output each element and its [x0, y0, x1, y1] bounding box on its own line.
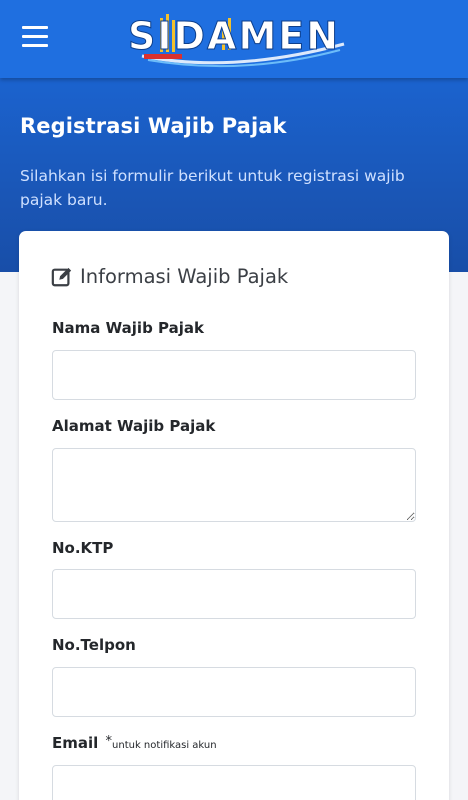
- telpon-label: No.Telpon: [52, 636, 136, 654]
- telpon-input[interactable]: [52, 667, 416, 717]
- logo-text: SIDAMEN: [128, 14, 340, 58]
- edit-icon: [51, 267, 72, 286]
- email-label-text: Email: [52, 734, 99, 752]
- page-title: Registrasi Wajib Pajak: [20, 114, 287, 138]
- registration-form-card: Informasi Wajib Pajak Nama Wajib Pajak A…: [19, 231, 449, 800]
- email-label: Email *untuk notifikasi akun: [52, 734, 217, 752]
- page-subtitle: Silahkan isi formulir berikut untuk regi…: [20, 167, 405, 209]
- alamat-textarea[interactable]: [52, 448, 416, 522]
- nama-input[interactable]: [52, 350, 416, 400]
- top-navbar: SIDAMEN: [0, 0, 468, 78]
- nama-label: Nama Wajib Pajak: [52, 319, 204, 337]
- hamburger-menu-icon[interactable]: [22, 26, 48, 48]
- ktp-label: No.KTP: [52, 539, 114, 557]
- alamat-label: Alamat Wajib Pajak: [52, 417, 216, 435]
- email-note: untuk notifikasi akun: [112, 740, 217, 751]
- ktp-input[interactable]: [52, 569, 416, 619]
- sidamen-logo[interactable]: SIDAMEN: [122, 4, 352, 70]
- section-title: Informasi Wajib Pajak: [51, 265, 288, 288]
- email-input[interactable]: [52, 765, 416, 800]
- section-title-text: Informasi Wajib Pajak: [80, 265, 289, 288]
